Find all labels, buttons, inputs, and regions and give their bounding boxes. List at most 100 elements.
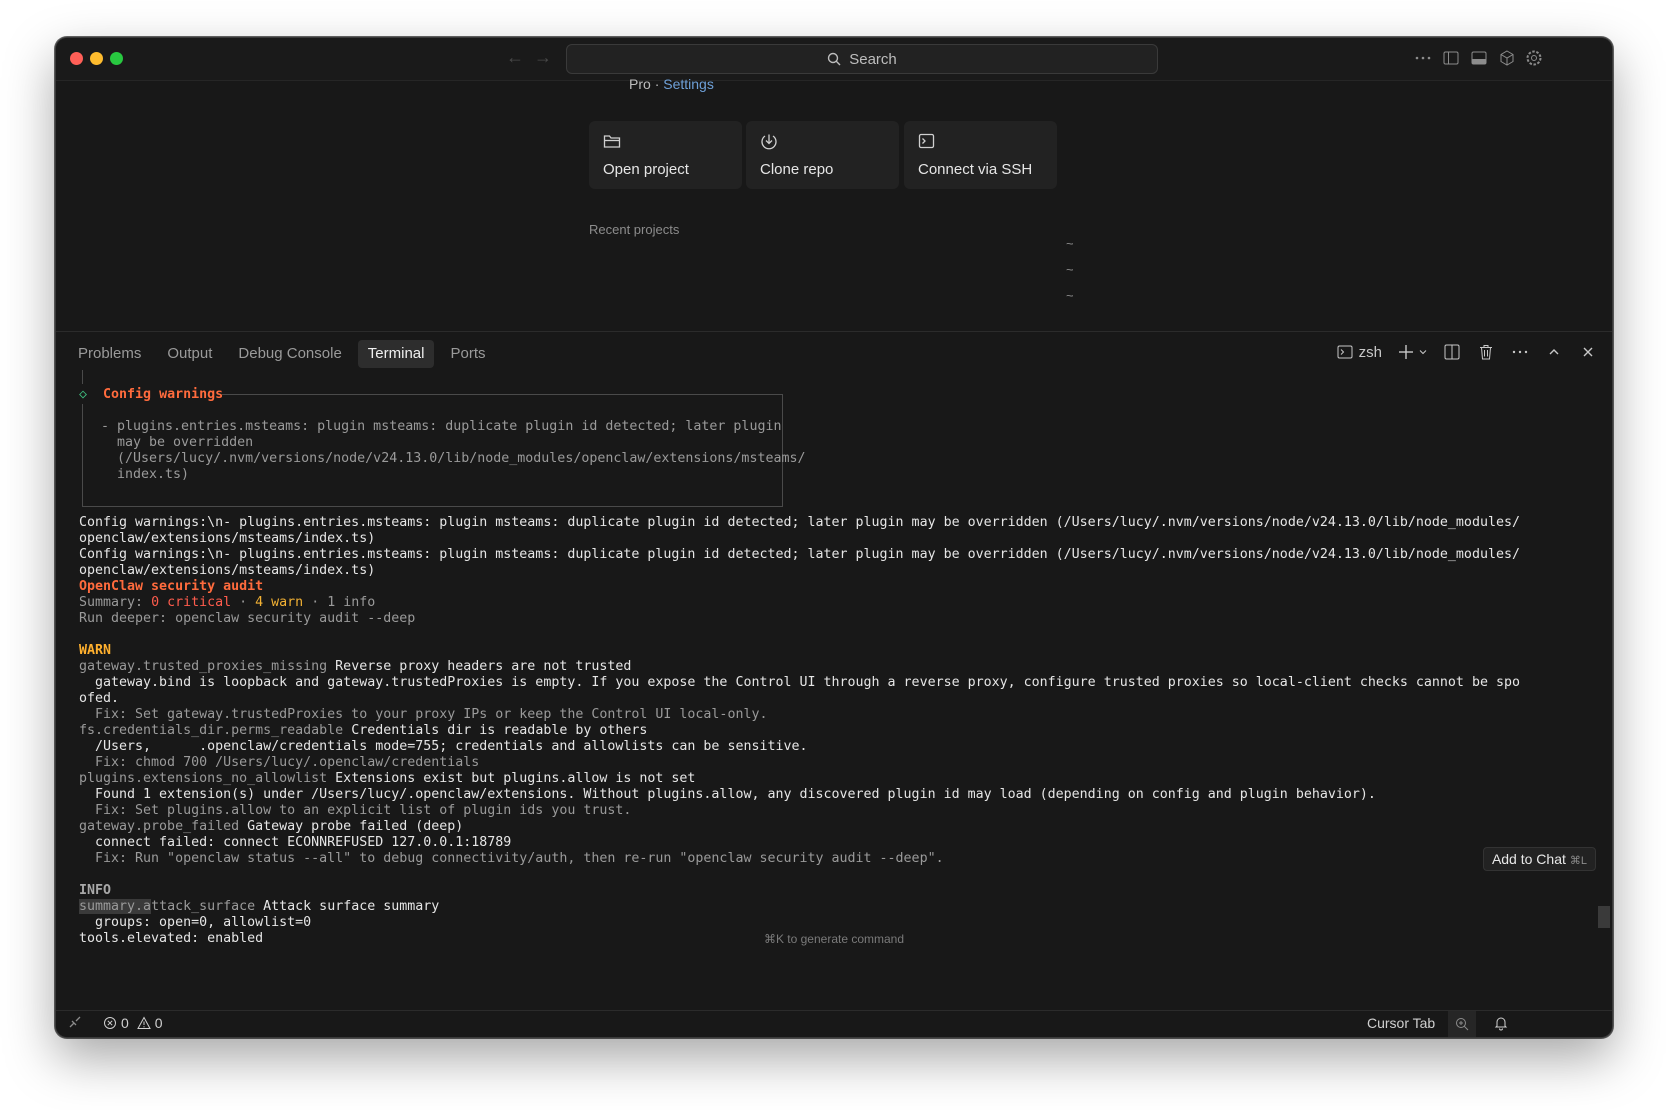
warning-fix: Fix: Set gateway.trustedProxies to your …: [79, 707, 768, 722]
warning-fix: Fix: Set plugins.allow to an explicit li…: [79, 803, 632, 818]
panel-toolbar: zsh: [1337, 342, 1598, 362]
tree-connector-line: [82, 370, 83, 384]
warning-entry: fs.credentials_dir.perms_readable Creden…: [79, 722, 647, 739]
warning-message: Gateway probe failed (deep): [239, 819, 464, 834]
open-project-card[interactable]: Open project: [589, 121, 742, 189]
card-label: Open project: [603, 161, 689, 178]
chevron-down-icon[interactable]: [1418, 342, 1428, 362]
extensions-cube-icon[interactable]: [1497, 48, 1517, 68]
box-bottom-border: [82, 506, 783, 507]
summary-label: Summary:: [79, 595, 152, 610]
warning-fix: Fix: chmod 700 /Users/lucy/.openclaw/cre…: [79, 755, 480, 770]
config-box-line: - plugins.entries.msteams: plugin msteam…: [101, 419, 782, 434]
tab-ports[interactable]: Ports: [440, 340, 495, 368]
config-box-line: index.ts): [101, 467, 190, 482]
info-entry: summary.attack_surface Attack surface su…: [79, 898, 439, 915]
warning-key: gateway.trusted_proxies_missing: [79, 659, 328, 674]
summary-separator: ·: [231, 595, 256, 610]
clone-repo-card[interactable]: Clone repo: [746, 121, 899, 189]
info-key: ttack_surface: [151, 899, 256, 914]
close-window-button[interactable]: [70, 52, 83, 65]
info-detail: groups: open=0, allowlist=0: [79, 915, 312, 930]
warning-key: gateway.probe_failed: [79, 819, 240, 834]
warning-icon: [136, 1016, 151, 1029]
warning-entry: plugins.extensions_no_allowlist Extensio…: [79, 770, 695, 787]
warning-entry: gateway.probe_failed Gateway probe faile…: [79, 818, 463, 835]
generate-command-hint: ⌘K to generate command: [763, 932, 905, 946]
notifications-bell-icon[interactable]: [1493, 1015, 1509, 1031]
trash-icon[interactable]: [1476, 342, 1496, 362]
toggle-panel-icon[interactable]: [1469, 48, 1489, 68]
config-warnings-header: ◇ Config warnings: [79, 386, 223, 403]
remote-connection-icon[interactable]: [68, 1015, 82, 1029]
card-label: Clone repo: [760, 161, 834, 178]
connect-ssh-card[interactable]: Connect via SSH: [904, 121, 1057, 189]
zoom-icon[interactable]: [1448, 1011, 1476, 1037]
warning-message: Extensions exist but plugins.allow is no…: [327, 771, 696, 786]
breadcrumb-separator: ·: [654, 76, 660, 92]
warning-detail: /Users, .openclaw/credentials mode=755; …: [79, 739, 808, 754]
back-arrow-icon[interactable]: ←: [506, 47, 524, 68]
forward-arrow-icon[interactable]: →: [534, 47, 552, 68]
add-to-chat-button[interactable]: Add to Chat ⌘L: [1482, 847, 1596, 871]
title-bar: ← → Search: [56, 38, 1612, 81]
summary-warn: 4 warn: [255, 595, 304, 610]
status-bar: 0 0 Cursor Tab: [56, 1010, 1612, 1037]
app-window: ← → Search Pro · Settings Open project C…: [55, 37, 1613, 1038]
problems-indicator[interactable]: 0 0: [103, 1015, 163, 1031]
maximize-window-button[interactable]: [110, 52, 123, 65]
minimize-window-button[interactable]: [90, 52, 103, 65]
new-terminal-icon[interactable]: [1396, 342, 1416, 362]
more-options-icon[interactable]: [1413, 48, 1433, 68]
search-icon: [828, 52, 841, 66]
recent-projects-heading: Recent projects: [589, 222, 680, 237]
warning-key: fs.credentials_dir.perms_readable: [79, 723, 344, 738]
warning-fix: Fix: Run "openclaw status --all" to debu…: [79, 851, 944, 866]
close-panel-icon[interactable]: [1578, 342, 1598, 362]
breadcrumb-plan: Pro: [629, 76, 651, 92]
warning-message: Reverse proxy headers are not trusted: [327, 659, 632, 674]
panel-tabs: Problems Output Debug Console Terminal P…: [68, 340, 502, 368]
recent-project-path[interactable]: ~: [1066, 262, 1074, 277]
terminal-output[interactable]: ◇ Config warnings - plugins.entries.mste…: [79, 370, 1559, 950]
warning-key: plugins.extensions_no_allowlist: [79, 771, 328, 786]
config-warnings-title: Config warnings: [103, 387, 224, 402]
tab-debug-console[interactable]: Debug Console: [228, 340, 351, 368]
add-to-chat-shortcut: ⌘L: [1569, 855, 1587, 867]
error-count: 0: [121, 1015, 129, 1031]
warning-detail: Found 1 extension(s) under /Users/lucy/.…: [79, 787, 1376, 802]
audit-summary: Summary: 0 critical · 4 warn · 1 info: [79, 594, 375, 611]
tab-output[interactable]: Output: [157, 340, 222, 368]
terminal-scrollbar[interactable]: [1598, 906, 1610, 928]
search-placeholder: Search: [849, 50, 897, 68]
diamond-icon: ◇: [79, 387, 88, 402]
recent-project-path[interactable]: ~: [1066, 288, 1074, 303]
config-raw-line: openclaw/extensions/msteams/index.ts): [79, 531, 376, 546]
warning-detail: ofed.: [79, 691, 120, 706]
box-left-border: [82, 404, 83, 506]
maximize-panel-icon[interactable]: [1544, 342, 1564, 362]
error-icon: [104, 1017, 116, 1029]
tab-problems[interactable]: Problems: [68, 340, 151, 368]
tab-terminal[interactable]: Terminal: [357, 340, 435, 368]
terminal-shell-selector[interactable]: zsh: [1337, 344, 1382, 361]
summary-separator: ·: [303, 595, 328, 610]
warning-entry: gateway.trusted_proxies_missing Reverse …: [79, 658, 631, 675]
folder-icon: [603, 133, 621, 154]
more-actions-icon[interactable]: [1510, 342, 1530, 362]
info-heading: INFO: [79, 883, 112, 898]
breadcrumb: Pro · Settings: [629, 76, 714, 92]
config-raw-line: Config warnings:\n- plugins.entries.mste…: [79, 515, 1520, 530]
cursor-tab-status[interactable]: Cursor Tab: [1367, 1015, 1435, 1031]
recent-project-path[interactable]: ~: [1066, 236, 1074, 251]
summary-info: 1 info: [327, 595, 376, 610]
summary-critical: 0 critical: [151, 595, 232, 610]
settings-gear-icon[interactable]: [1524, 48, 1544, 68]
config-raw-line: openclaw/extensions/msteams/index.ts): [79, 563, 376, 578]
card-label: Connect via SSH: [918, 161, 1033, 178]
split-terminal-icon[interactable]: [1442, 342, 1462, 362]
toggle-sidebar-icon[interactable]: [1441, 48, 1461, 68]
command-search-bar[interactable]: Search: [566, 44, 1158, 74]
terminal-icon: [1337, 345, 1353, 359]
settings-link[interactable]: Settings: [663, 76, 714, 92]
